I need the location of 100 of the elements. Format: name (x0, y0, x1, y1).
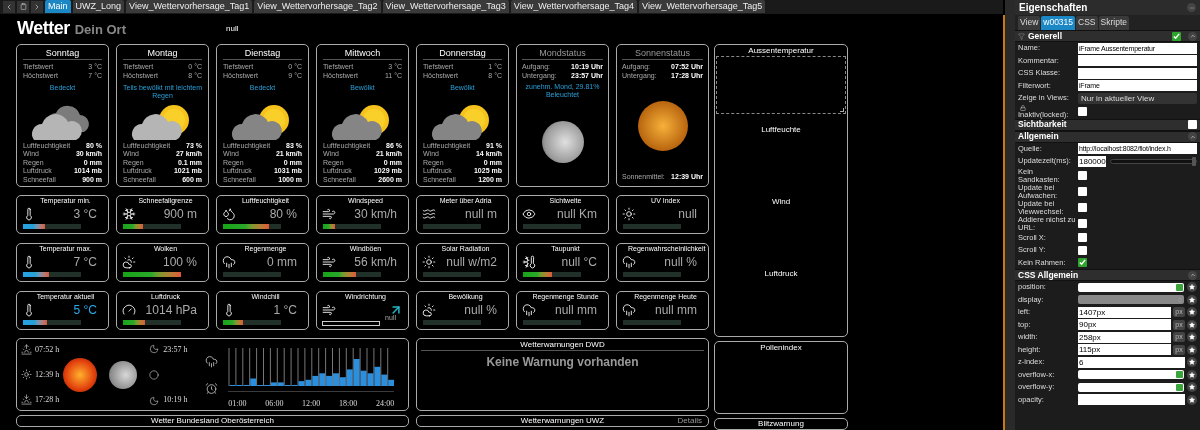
tile-value: null m (465, 205, 498, 223)
tile-value: 56 km/h (354, 253, 398, 271)
css-select[interactable] (1078, 370, 1184, 380)
page-tab[interactable]: UWZ_Long (72, 0, 125, 14)
tile-value: 1 °C (273, 301, 298, 319)
tile-value: null % (664, 253, 698, 271)
star-icon (1189, 321, 1195, 328)
star-icon (1189, 359, 1195, 366)
collapse-button[interactable] (1188, 31, 1197, 41)
droplets-icon (222, 206, 236, 221)
photo-placeholder (63, 357, 98, 392)
level-track (623, 320, 681, 325)
section-header[interactable]: Generell (1015, 30, 1200, 42)
css-select[interactable] (1078, 382, 1184, 392)
star-button[interactable] (1187, 369, 1197, 380)
clipboard-icon (19, 3, 27, 11)
axis-label: 18:00 (339, 397, 358, 410)
checkbox[interactable] (1078, 203, 1087, 212)
rain-cloud-icon (222, 254, 236, 269)
level-track (423, 320, 481, 325)
input-field[interactable] (1078, 394, 1185, 406)
section-title: Allgemein (1018, 130, 1060, 143)
page-tab[interactable]: View_Wettervorhersage_Tag5 (639, 0, 766, 14)
photo-placeholder (109, 360, 138, 389)
circle-icon (149, 369, 160, 380)
star-button[interactable] (1187, 394, 1197, 405)
tile-value: null % (464, 301, 498, 319)
axis-label: 06:00 (265, 397, 284, 410)
location-label: Dein Ort (74, 21, 126, 40)
sun-icon (422, 254, 436, 269)
checkbox[interactable] (1078, 171, 1087, 180)
star-button[interactable] (1187, 282, 1197, 293)
property-tab[interactable]: CSS (1076, 16, 1098, 30)
level-track (623, 224, 681, 229)
input-field[interactable]: 115px (1078, 344, 1171, 356)
thermometer-snowflake-icon (522, 254, 536, 269)
star-button[interactable] (1187, 319, 1197, 330)
sunset-icon (21, 394, 32, 405)
section-title: Sichtbarkeit (1018, 119, 1068, 131)
moon-icon (149, 395, 160, 406)
input-field[interactable]: 180000 (1078, 155, 1106, 167)
checkbox[interactable] (1078, 258, 1087, 268)
star-button[interactable] (1187, 357, 1197, 368)
checkbox[interactable] (1078, 107, 1087, 116)
checkbox[interactable] (1172, 31, 1181, 41)
previous-button[interactable] (3, 0, 15, 13)
page-tab[interactable]: View_Wettervorhersage_Tag1 (126, 0, 253, 14)
checkbox[interactable] (1188, 120, 1197, 129)
section-header[interactable]: CSS Allgemein (1015, 269, 1200, 281)
view-dropdown[interactable]: Nur in aktueller View (1078, 92, 1197, 104)
property-tab[interactable]: w00315 (1041, 16, 1076, 30)
level-track (223, 272, 281, 277)
star-button[interactable] (1187, 344, 1197, 355)
page-tab[interactable]: View_Wettervorhersage_Tag2 (254, 0, 381, 14)
input-field[interactable]: 258px (1078, 331, 1171, 343)
checkbox[interactable] (1078, 233, 1087, 243)
warning-message: Keine Warnung vorhanden (485, 354, 640, 371)
checkbox[interactable] (1078, 219, 1087, 228)
star-button[interactable] (1187, 382, 1197, 393)
input-field[interactable] (1078, 55, 1197, 67)
checkbox[interactable] (1078, 187, 1087, 196)
collapse-button[interactable] (1188, 132, 1197, 141)
page-tab[interactable]: View_Wettervorhersage_Tag4 (510, 0, 638, 14)
panel-title: Wetterwarnungen DWD (519, 339, 606, 350)
sunrise-icon (21, 344, 32, 355)
section-title: Generell (1028, 29, 1064, 43)
star-button[interactable] (1187, 332, 1197, 343)
clipboard-button[interactable] (17, 0, 29, 13)
tile-value: null w/m2 (446, 253, 498, 271)
page-tab[interactable]: View_Wettervorhersage_Tag3 (382, 0, 509, 14)
slider-thumb[interactable] (1192, 156, 1196, 166)
css-select[interactable] (1078, 282, 1184, 292)
input-field[interactable] (1078, 67, 1197, 79)
day-title: Sonntag (44, 47, 81, 59)
page-tab[interactable]: Main (45, 0, 71, 14)
input-field[interactable]: 6 (1078, 356, 1185, 368)
tile-value: 5 °C (73, 301, 98, 319)
snowflake-icon (122, 206, 136, 221)
page-title: Wetter (17, 17, 70, 41)
chevron-left-icon (5, 2, 13, 11)
next-button[interactable] (31, 0, 43, 13)
star-button[interactable] (1187, 294, 1197, 305)
tile-value: 7 °C (73, 253, 98, 271)
star-button[interactable] (1187, 307, 1197, 318)
checkbox[interactable] (1078, 245, 1087, 255)
input-field[interactable]: 90px (1078, 319, 1171, 331)
tile-value: null mm (555, 301, 598, 319)
tile-value: null Km (557, 205, 598, 223)
property-tab[interactable]: View (1018, 16, 1041, 30)
panel-title: Wetterwarnungen UWZ (520, 416, 605, 426)
filter-icon (1018, 32, 1025, 40)
input-field[interactable]: 1407px (1078, 306, 1171, 318)
axis-label: 24:00 (376, 397, 395, 410)
section-header[interactable]: Sichtbarkeit (1015, 118, 1200, 131)
details-link[interactable]: Details (677, 416, 702, 426)
level-track (423, 272, 481, 277)
level-track (523, 224, 581, 229)
day-title: Dienstag (243, 47, 282, 59)
collapse-button[interactable] (1188, 270, 1197, 280)
property-tab[interactable]: Skripte (1098, 16, 1129, 30)
